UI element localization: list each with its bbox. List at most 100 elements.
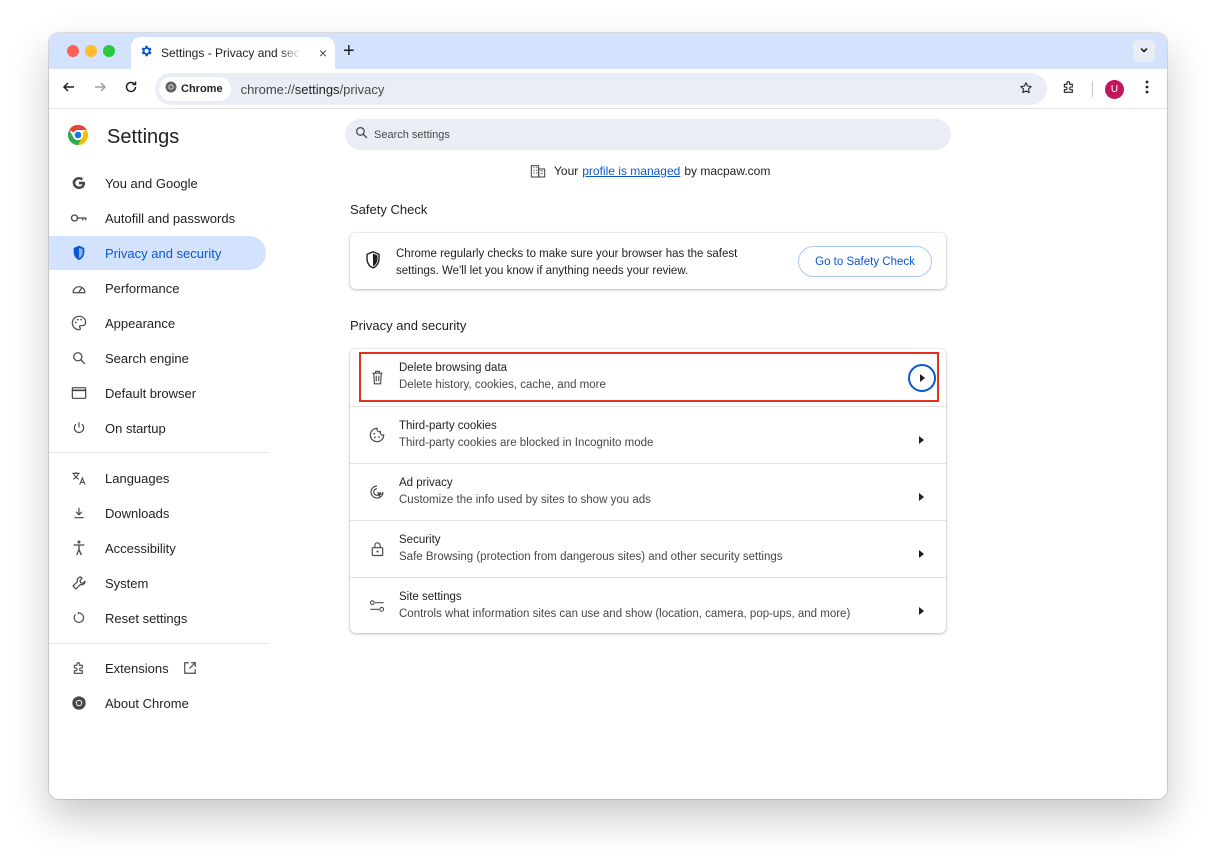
sidebar-item-on-startup[interactable]: On startup [49,411,266,445]
toolbar: Chrome chrome://settings/privacy U [49,69,1167,109]
sidebar-item-you-and-google[interactable]: You and Google [49,166,266,200]
sidebar-item-performance[interactable]: Performance [49,271,266,305]
puzzle-icon [69,658,89,678]
profile-avatar[interactable]: U [1105,80,1124,99]
safety-check-text: Chrome regularly checks to make sure you… [396,248,738,277]
ad-privacy-icon [368,483,386,501]
sidebar-item-label: You and Google [105,175,198,191]
lock-icon [368,540,386,558]
safety-check-card: Chrome regularly checks to make sure you… [350,233,946,289]
zoom-window-button[interactable] [103,45,115,57]
arrow-right-icon [93,80,107,99]
sidebar-item-reset[interactable]: Reset settings [49,601,266,635]
reset-icon [69,608,89,628]
row-sublabel: Third-party cookies are blocked in Incog… [399,437,654,449]
wrench-icon [69,573,89,593]
sidebar-item-label: Accessibility [105,540,176,556]
sidebar-item-about-chrome[interactable]: About Chrome [49,686,266,720]
tab-search-button[interactable] [1133,40,1155,62]
palette-icon [69,313,89,333]
row-arrow-button[interactable] [908,364,936,392]
privacy-card: Delete browsing data Delete history, coo… [350,349,946,633]
tab-settings[interactable]: Settings - Privacy and security × [131,37,335,69]
back-button[interactable] [57,77,81,101]
gear-icon [139,44,153,63]
speedometer-icon [69,278,89,298]
kebab-menu-icon [1145,80,1149,99]
managed-suffix: by macpaw.com [684,164,771,178]
caret-right-icon [919,369,925,387]
reload-button[interactable] [119,77,143,101]
close-window-button[interactable] [67,45,79,57]
sidebar-item-system[interactable]: System [49,566,266,600]
toolbar-divider [1092,81,1093,97]
bookmark-star-icon[interactable] [1019,81,1033,100]
menu-button[interactable] [1135,77,1159,101]
sidebar-item-label: Appearance [105,315,176,331]
managed-prefix: Your [554,164,579,178]
tab-close-icon[interactable]: × [319,45,327,61]
profile-managed-link[interactable]: profile is managed [582,164,680,178]
translate-icon [69,468,89,488]
settings-title: Settings [107,126,180,148]
chip-label: Chrome [181,83,223,95]
row-label: Site settings [399,591,462,603]
sidebar-item-extensions[interactable]: Extensions [49,651,266,685]
sidebar-item-search-engine[interactable]: Search engine [49,341,266,375]
search-settings-input[interactable]: Search settings [345,119,951,150]
caret-right-icon [918,602,926,615]
search-icon [69,348,89,368]
sidebar-item-label: On startup [105,420,166,436]
sidebar-item-privacy[interactable]: Privacy and security [49,236,266,270]
chrome-logo-icon [67,124,89,151]
row-third-party-cookies[interactable]: Third-party cookies Third-party cookies … [350,406,946,463]
extensions-button[interactable] [1057,77,1081,101]
external-link-icon [183,661,197,675]
sidebar-item-appearance[interactable]: Appearance [49,306,266,340]
row-delete-browsing-data[interactable]: Delete browsing data Delete history, coo… [350,349,946,406]
sidebar-item-accessibility[interactable]: Accessibility [49,531,266,565]
search-icon [355,126,368,144]
search-placeholder: Search settings [374,128,450,141]
forward-button[interactable] [88,77,112,101]
sidebar-item-label: Autofill and passwords [105,210,236,226]
tab-title: Settings - Privacy and security [161,46,301,60]
key-icon [69,208,89,228]
sidebar-item-default-browser[interactable]: Default browser [49,376,266,410]
row-sublabel: Safe Browsing (protection from dangerous… [399,551,783,563]
browser-window-icon [69,383,89,403]
sidebar-item-label: Languages [105,470,170,486]
privacy-section-title: Privacy and security [350,318,467,333]
puzzle-icon [1061,79,1077,100]
minimize-window-button[interactable] [85,45,97,57]
accessibility-icon [69,538,89,558]
chevron-down-icon [1139,42,1149,60]
arrow-left-icon [62,80,76,99]
sidebar-item-label: Performance [105,280,180,296]
reload-icon [124,80,138,99]
sidebar-item-label: Downloads [105,505,170,521]
caret-right-icon [918,488,926,501]
go-to-safety-check-button[interactable]: Go to Safety Check [798,246,932,277]
sidebar-item-downloads[interactable]: Downloads [49,496,266,530]
caret-right-icon [918,431,926,444]
address-bar[interactable]: Chrome chrome://settings/privacy [155,73,1047,105]
row-security[interactable]: Security Safe Browsing (protection from … [350,520,946,577]
row-label: Ad privacy [399,477,453,489]
sidebar-item-label: System [105,575,149,591]
shield-icon [69,243,89,263]
shield-icon [365,251,381,269]
chrome-icon [69,693,89,713]
cookie-icon [368,426,386,444]
new-tab-button[interactable]: + [343,40,355,62]
site-info-chip[interactable]: Chrome [159,77,231,101]
sidebar-item-label: About Chrome [105,695,189,711]
row-site-settings[interactable]: Site settings Controls what information … [350,577,946,634]
sidebar-divider [49,643,268,644]
row-ad-privacy[interactable]: Ad privacy Customize the info used by si… [350,463,946,520]
sidebar-item-autofill[interactable]: Autofill and passwords [49,201,266,235]
google-g-icon [69,173,89,193]
settings-header: Settings [67,124,179,151]
sidebar-item-languages[interactable]: Languages [49,461,266,495]
sidebar-item-label: Default browser [105,385,197,401]
